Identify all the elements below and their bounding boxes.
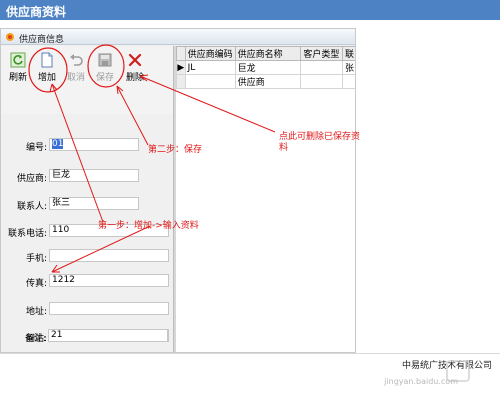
code-label: 编号: xyxy=(25,143,47,153)
refresh-label: 刷新 xyxy=(8,73,27,83)
supplier-grid: 供应商编码 供应商名称 客户类型 联 ▶ JL 巨龙 张 供应商 xyxy=(176,46,355,352)
new-document-icon xyxy=(41,52,53,68)
add-button[interactable]: 增加 xyxy=(33,50,61,100)
fax-label: 传真: xyxy=(25,279,47,289)
grid-header-row: 供应商编码 供应商名称 客户类型 联 xyxy=(176,46,355,61)
column-header[interactable]: 客户类型 xyxy=(300,46,343,61)
contact-label: 联系人: xyxy=(16,202,47,212)
remark-row: 备注: 21 xyxy=(0,329,172,344)
page-header: 供应商资料 xyxy=(0,0,500,20)
step1-note: 第一步：增加->输入资料 xyxy=(98,221,199,231)
mobile-input[interactable] xyxy=(49,249,169,262)
column-header[interactable]: 供应商编码 xyxy=(184,46,236,61)
undo-icon xyxy=(70,54,83,66)
contact-input[interactable]: 张三 xyxy=(49,197,139,210)
supplier-label: 供应商: xyxy=(16,174,47,184)
step2-note: 第二步：保存 xyxy=(148,145,203,155)
contact-row: 联系人: 张三 xyxy=(1,197,173,212)
fax-input[interactable]: 1212 xyxy=(49,274,169,287)
code-value: 01 xyxy=(52,139,64,149)
page-title: 供应商资料 xyxy=(6,5,67,19)
phone-label: 联系电话: xyxy=(7,229,47,239)
save-button[interactable]: 保存 xyxy=(91,50,119,100)
table-cell[interactable]: 巨龙 xyxy=(234,60,302,75)
mobile-row: 手机: xyxy=(1,249,173,264)
remark-label: 备注: xyxy=(24,334,46,344)
supplier-row: 供应商: 巨龙 xyxy=(1,169,173,184)
footer-divider xyxy=(0,353,500,354)
table-cell[interactable] xyxy=(184,74,236,89)
mobile-label: 手机: xyxy=(25,254,47,264)
remark-input[interactable]: 21 xyxy=(48,329,168,342)
table-cell[interactable] xyxy=(300,74,343,89)
table-row[interactable]: ▶ JL 巨龙 张 xyxy=(176,60,355,75)
supplier-table: 供应商编码 供应商名称 客户类型 联 ▶ JL 巨龙 张 供应商 xyxy=(176,46,355,89)
table-cell[interactable]: 张 xyxy=(341,60,355,75)
fax-row: 传真: 1212 xyxy=(1,274,173,289)
current-row-arrow-icon: ▶ xyxy=(176,60,186,75)
save-icon xyxy=(98,53,112,67)
code-input[interactable]: 01 xyxy=(49,138,139,151)
address-row: 地址: xyxy=(1,302,173,317)
delete-button[interactable]: 删除 xyxy=(121,50,149,100)
save-label: 保存 xyxy=(95,73,114,83)
address-label: 地址: xyxy=(25,307,47,317)
delete-note-line2: 料 xyxy=(279,143,289,153)
column-header[interactable]: 供应商名称 xyxy=(234,46,302,61)
cancel-label: 取消 xyxy=(66,73,85,83)
watermark-text: jingyan.baidu.com xyxy=(384,377,458,386)
table-cell[interactable]: JL xyxy=(184,60,236,75)
table-cell[interactable] xyxy=(300,60,343,75)
app-icon xyxy=(6,33,14,41)
refresh-icon xyxy=(10,52,26,68)
supplier-input[interactable]: 巨龙 xyxy=(49,169,139,182)
delete-label: 删除 xyxy=(125,73,144,83)
delete-note-line1: 点此可删除已保存资 xyxy=(279,132,361,142)
cancel-button[interactable]: 取消 xyxy=(62,50,90,100)
toolbar: 刷新 增加 取消 保存 删除 xyxy=(1,46,173,114)
row-indicator xyxy=(176,74,186,89)
row-indicator-header xyxy=(176,46,186,61)
column-header[interactable]: 联 xyxy=(341,46,355,61)
refresh-button[interactable]: 刷新 xyxy=(4,50,32,100)
address-input[interactable] xyxy=(49,302,169,315)
add-label: 增加 xyxy=(37,73,56,83)
window-title: 供应商信息 xyxy=(19,35,65,45)
delete-x-icon xyxy=(128,53,142,67)
table-row[interactable]: 供应商 xyxy=(176,74,355,89)
table-cell[interactable]: 供应商 xyxy=(234,74,302,89)
window-titlebar: 供应商信息 xyxy=(1,29,355,45)
table-cell[interactable] xyxy=(341,74,355,89)
supplier-info-window: 供应商信息 刷新 增加 取消 保存 删除 编号: 01 供应商: 巨龙 联系人:… xyxy=(0,28,356,353)
